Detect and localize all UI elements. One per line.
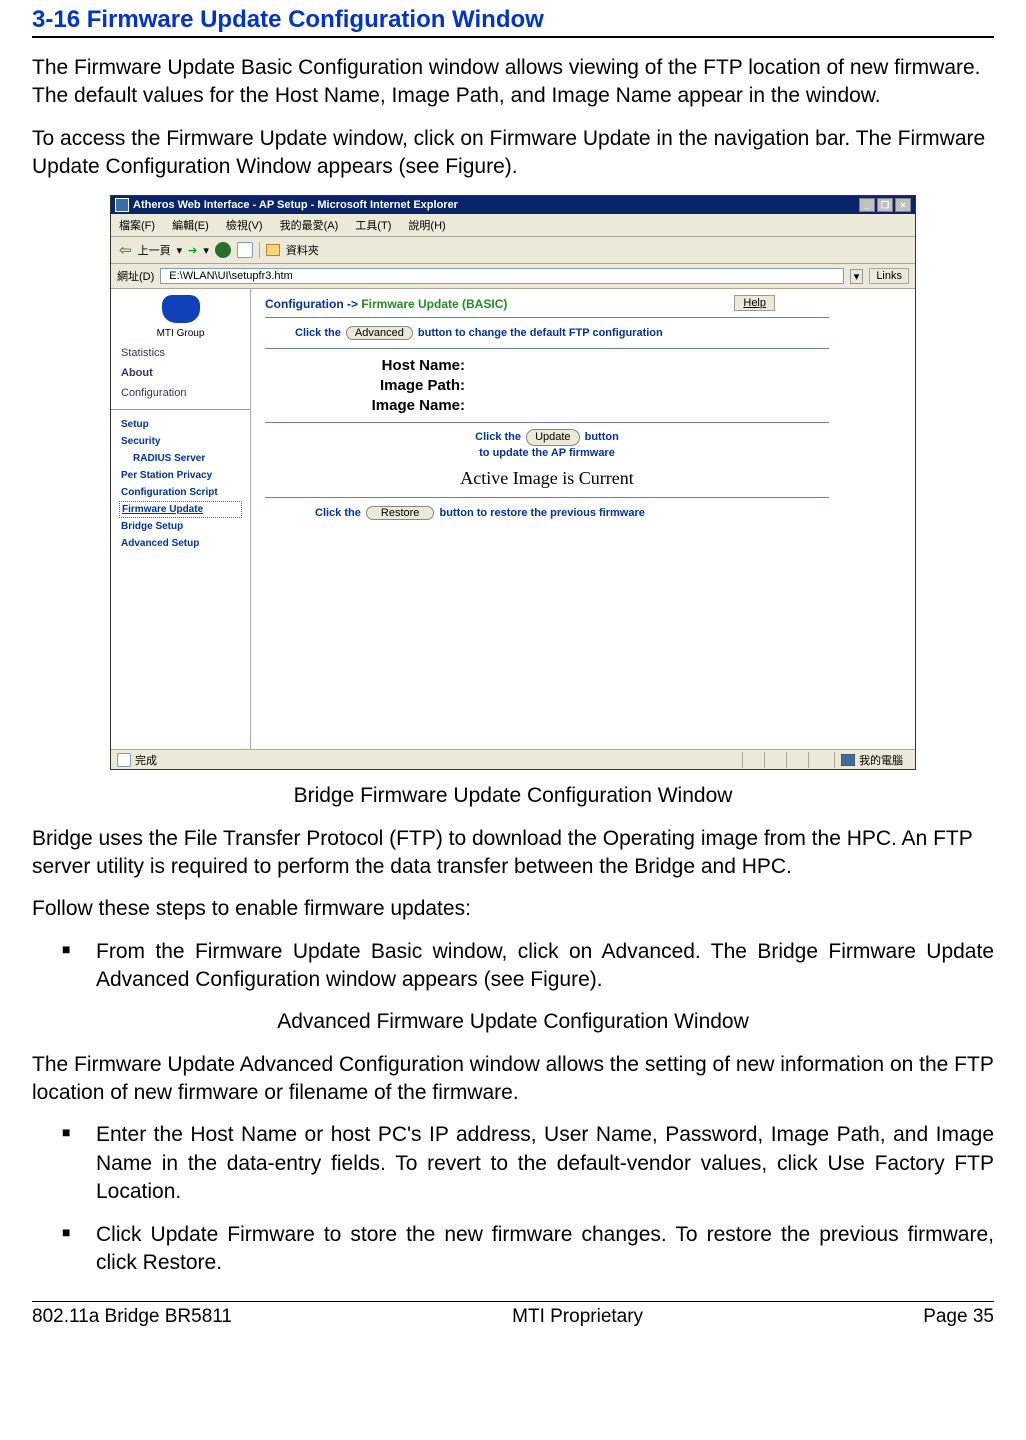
links-button[interactable]: Links (869, 268, 909, 284)
status-text: Active Image is Current (265, 468, 829, 489)
logo-icon (162, 295, 200, 323)
bullet-2: Enter the Host Name or host PC's IP addr… (62, 1121, 994, 1206)
sidebar-item-security[interactable]: Security (111, 433, 250, 450)
status-bar: 完成 我的電腦 (111, 749, 915, 769)
body-paragraph-3: Bridge uses the File Transfer Protocol (… (32, 825, 994, 882)
sidebar-item-firmware[interactable]: Firmware Update (119, 501, 242, 518)
restore-button[interactable]: Restore (366, 506, 435, 520)
address-input[interactable]: E:\WLAN\UI\setupfr3.htm (160, 268, 844, 284)
page-footer: 802.11a Bridge BR5811 MTI Proprietary Pa… (32, 1302, 994, 1340)
main-panel: Configuration -> Firmware Update (BASIC)… (251, 289, 915, 749)
menu-favorites[interactable]: 我的最愛(A) (280, 220, 339, 232)
done-icon (117, 753, 131, 767)
update-hint: Click the Update button to update the AP… (475, 429, 619, 460)
status-done-text: 完成 (135, 752, 157, 768)
menu-view[interactable]: 檢視(V) (226, 220, 263, 232)
footer-center: MTI Proprietary (512, 1306, 643, 1328)
close-button[interactable]: × (895, 198, 911, 212)
menu-file[interactable]: 檔案(F) (119, 220, 155, 232)
sidebar-item-setup[interactable]: Setup (111, 416, 250, 433)
figure-caption-1: Bridge Firmware Update Configuration Win… (32, 782, 994, 810)
sidebar: MTI Group Statistics About Configuration… (111, 289, 251, 749)
restore-button[interactable]: ❐ (877, 198, 893, 212)
intro-paragraph-2: To access the Firmware Update window, cl… (32, 125, 994, 182)
stop-icon[interactable] (215, 242, 231, 258)
refresh-icon[interactable] (237, 242, 253, 258)
footer-right: Page 35 (923, 1306, 994, 1328)
sidebar-item-statistics[interactable]: Statistics (111, 343, 250, 363)
screenshot-figure: Atheros Web Interface - AP Setup - Micro… (110, 195, 916, 770)
sidebar-item-about[interactable]: About (111, 363, 250, 383)
image-name-label: Image Name: (295, 397, 465, 414)
advanced-hint: Click the Advanced button to change the … (265, 326, 901, 340)
forward-icon[interactable]: ➔ (188, 244, 197, 257)
window-title-text: Atheros Web Interface - AP Setup - Micro… (133, 199, 458, 211)
body-paragraph-5: The Firmware Update Advanced Configurati… (32, 1051, 994, 1108)
menu-tools[interactable]: 工具(T) (355, 220, 391, 232)
intro-paragraph-1: The Firmware Update Basic Configuration … (32, 54, 994, 111)
update-button[interactable]: Update (526, 429, 579, 445)
folders-icon[interactable] (266, 244, 280, 256)
menu-help[interactable]: 說明(H) (408, 220, 445, 232)
sidebar-item-radius[interactable]: RADIUS Server (111, 450, 250, 467)
address-label: 網址(D) (117, 268, 154, 284)
sidebar-item-privacy[interactable]: Per Station Privacy (111, 467, 250, 484)
ie-icon (115, 198, 129, 212)
help-button[interactable]: Help (734, 295, 775, 311)
toolbar: ⇦ 上一頁 ▾ ➔ ▾ 資料夾 (111, 237, 915, 264)
window-titlebar: Atheros Web Interface - AP Setup - Micro… (111, 196, 915, 214)
sidebar-item-script[interactable]: Configuration Script (111, 484, 250, 501)
host-name-label: Host Name: (295, 357, 465, 374)
menu-edit[interactable]: 編輯(E) (172, 220, 209, 232)
menu-bar: 檔案(F) 編輯(E) 檢視(V) 我的最愛(A) 工具(T) 說明(H) (111, 214, 915, 237)
back-button[interactable]: 上一頁 (138, 242, 171, 258)
minimize-button[interactable]: _ (859, 198, 875, 212)
address-value: E:\WLAN\UI\setupfr3.htm (169, 270, 292, 282)
advanced-button[interactable]: Advanced (346, 326, 413, 340)
breadcrumb: Configuration -> Firmware Update (BASIC) (265, 297, 901, 311)
back-icon[interactable]: ⇦ (119, 241, 132, 259)
body-paragraph-4: Follow these steps to enable firmware up… (32, 895, 994, 923)
bullet-1: From the Firmware Update Basic window, c… (62, 938, 994, 995)
my-computer-label: 我的電腦 (859, 752, 903, 768)
address-bar: 網址(D) E:\WLAN\UI\setupfr3.htm ▾ Links (111, 264, 915, 289)
dropdown-icon[interactable]: ▾ (177, 244, 183, 257)
sidebar-item-bridge[interactable]: Bridge Setup (111, 518, 250, 535)
my-computer-icon (841, 754, 855, 766)
sidebar-item-advanced[interactable]: Advanced Setup (111, 535, 250, 552)
section-title: 3-16 Firmware Update Configuration Windo… (32, 6, 994, 38)
address-dropdown-icon[interactable]: ▾ (850, 269, 864, 284)
footer-left: 802.11a Bridge BR5811 (32, 1306, 232, 1328)
logo-label: MTI Group (111, 328, 250, 339)
folders-button[interactable]: 資料夾 (286, 242, 319, 258)
restore-hint: Click the Restore button to restore the … (265, 506, 901, 520)
figure-caption-2: Advanced Firmware Update Configuration W… (32, 1008, 994, 1036)
image-path-label: Image Path: (295, 377, 465, 394)
sidebar-item-configuration[interactable]: Configuration (111, 383, 250, 403)
bullet-3: Click Update Firmware to store the new f… (62, 1221, 994, 1278)
dropdown-icon[interactable]: ▾ (203, 244, 209, 257)
